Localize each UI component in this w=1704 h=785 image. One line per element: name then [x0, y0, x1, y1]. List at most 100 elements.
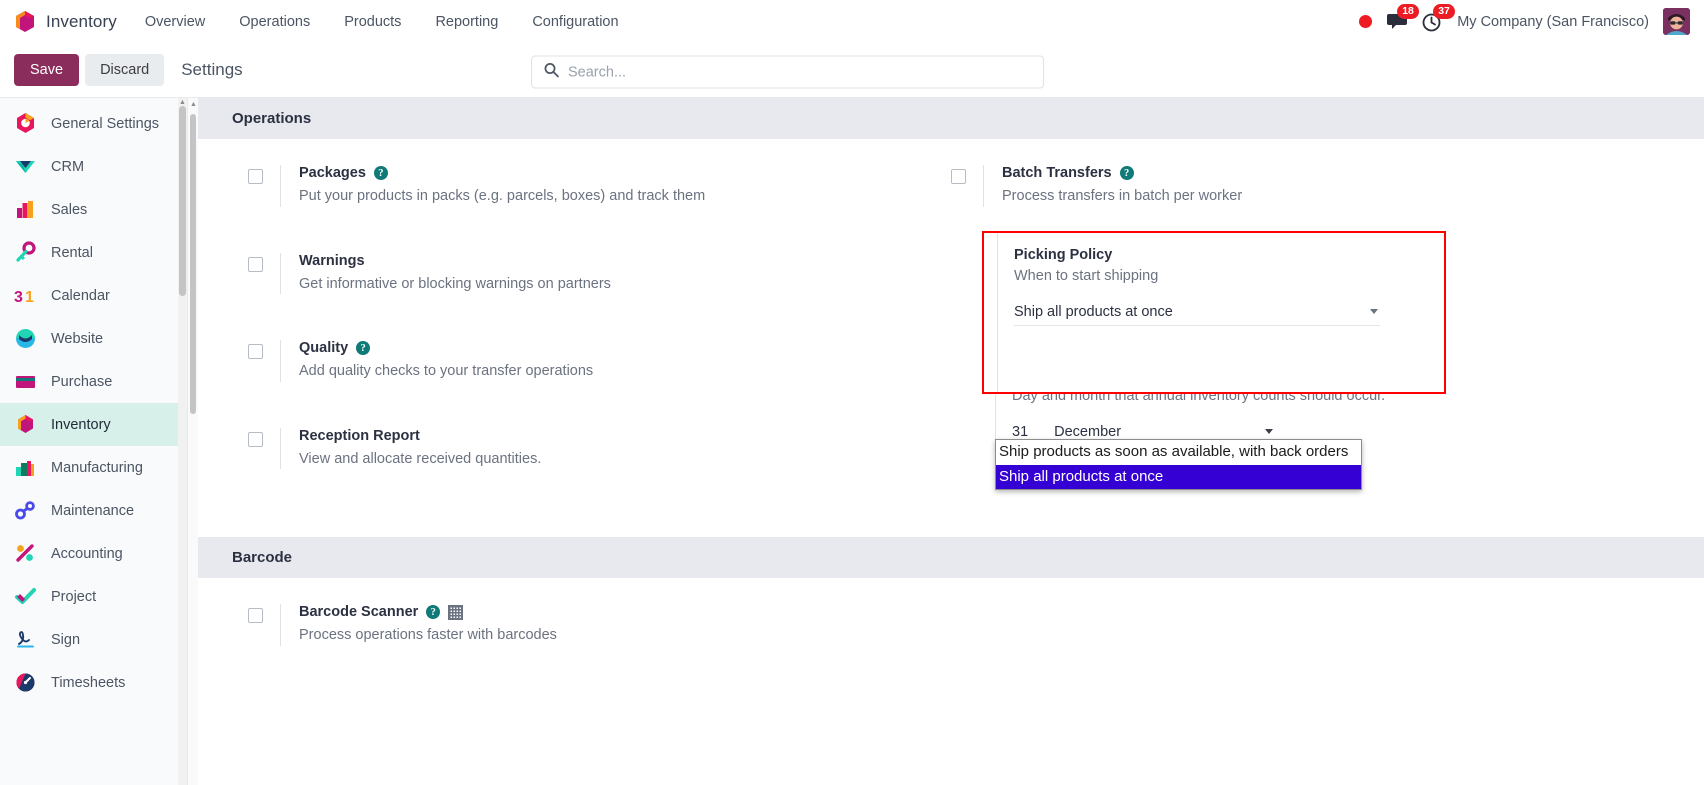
- scroll-up-icon[interactable]: ▲: [179, 99, 186, 106]
- search-input[interactable]: [568, 64, 1031, 81]
- picking-policy-selected-value: Ship all products at once: [1014, 304, 1173, 320]
- sidebar-item-label: Sign: [51, 631, 81, 648]
- packages-checkbox[interactable]: [248, 169, 263, 184]
- picking-policy-description: When to start shipping: [1014, 268, 1159, 284]
- sidebar-item-label: Website: [51, 330, 104, 347]
- sidebar-item-label: General Settings: [51, 115, 160, 132]
- help-icon[interactable]: ?: [373, 166, 388, 180]
- picking-policy-select[interactable]: Ship all products at once: [1014, 304, 1380, 326]
- sidebar-item-purchase[interactable]: Purchase: [0, 360, 187, 403]
- search-icon: [544, 62, 559, 82]
- rental-app-icon: [13, 240, 38, 265]
- sidebar-item-label: Timesheets: [51, 674, 126, 691]
- website-app-icon: [13, 326, 38, 351]
- reception-report-description: View and allocate received quantities.: [299, 450, 542, 467]
- setting-batch-transfers: Batch Transfers ? Process transfers in b…: [951, 165, 1674, 207]
- operations-section: Operations Packages ? Put your products …: [198, 98, 1704, 537]
- sidebar-item-label: Purchase: [51, 373, 113, 390]
- operations-left-column: Packages ? Put your products in packs (e…: [198, 165, 951, 515]
- dropdown-option-ship-all-at-once[interactable]: Ship all products at once: [996, 464, 1361, 489]
- sidebar-item-label: Accounting: [51, 545, 123, 562]
- menu-operations[interactable]: Operations: [237, 10, 312, 34]
- save-button[interactable]: Save: [14, 54, 80, 86]
- menu-overview[interactable]: Overview: [143, 10, 207, 34]
- sidebar-scrollbar-thumb[interactable]: [179, 106, 186, 296]
- content-scrollbar[interactable]: ▲: [188, 98, 198, 785]
- inventory-app-icon: [13, 412, 38, 437]
- main-menu: Overview Operations Products Reporting C…: [143, 10, 621, 34]
- settings-panel: Operations Packages ? Put your products …: [198, 98, 1704, 785]
- help-icon[interactable]: ?: [356, 341, 371, 356]
- batch-transfers-checkbox[interactable]: [951, 169, 966, 184]
- crm-app-icon: [13, 154, 38, 179]
- sidebar-item-project[interactable]: Project: [0, 575, 187, 618]
- help-icon[interactable]: ?: [1119, 166, 1134, 180]
- sidebar-item-accounting[interactable]: Accounting: [0, 532, 187, 575]
- sidebar-item-sales[interactable]: Sales: [0, 188, 187, 231]
- menu-products[interactable]: Products: [342, 10, 403, 34]
- reception-report-checkbox[interactable]: [248, 431, 263, 447]
- barcode-scanner-checkbox[interactable]: [248, 608, 263, 624]
- barcode-grid-icon[interactable]: [448, 604, 464, 620]
- search-box[interactable]: [531, 55, 1044, 89]
- purchase-app-icon: [13, 369, 38, 394]
- picking-policy-dropdown-list[interactable]: Ship products as soon as available, with…: [995, 439, 1362, 490]
- svg-text:3: 3: [14, 289, 23, 306]
- sidebar-item-general-settings[interactable]: General Settings: [0, 102, 187, 145]
- search-area: [531, 55, 1044, 89]
- content-scroll-up-icon[interactable]: ▲: [190, 101, 197, 108]
- sidebar-item-sign[interactable]: Sign: [0, 618, 187, 661]
- warnings-checkbox[interactable]: [248, 256, 263, 272]
- top-navbar: Inventory Overview Operations Products R…: [0, 0, 1704, 43]
- chevron-down-icon[interactable]: [1265, 429, 1273, 434]
- sidebar-item-label: Project: [51, 588, 97, 605]
- barcode-scanner-label: Barcode Scanner: [299, 604, 419, 621]
- sidebar-item-manufacturing[interactable]: Manufacturing: [0, 446, 187, 489]
- sidebar-item-website[interactable]: Website: [0, 317, 187, 360]
- company-switcher[interactable]: My Company (San Francisco): [1457, 14, 1649, 30]
- timesheets-app-icon: [13, 670, 38, 695]
- messages-badge: 18: [1397, 4, 1419, 20]
- quality-label: Quality: [299, 340, 349, 357]
- sidebar-item-label: Calendar: [51, 287, 110, 304]
- barcode-section-body: Barcode Scanner ? Process operations fas…: [198, 578, 1704, 710]
- sidebar-item-crm[interactable]: CRM: [0, 145, 187, 188]
- sidebar-item-label: CRM: [51, 158, 85, 175]
- sidebar-scrollbar[interactable]: ▲: [178, 98, 187, 785]
- menu-reporting[interactable]: Reporting: [433, 10, 500, 34]
- messages-button[interactable]: 18: [1386, 4, 1419, 31]
- sidebar-item-maintenance[interactable]: Maintenance: [0, 489, 187, 532]
- reception-report-label: Reception Report: [299, 427, 420, 444]
- barcode-section: Barcode Barcode Scanner ? Process operat…: [198, 537, 1704, 710]
- packages-description: Put your products in packs (e.g. parcels…: [299, 188, 706, 204]
- activities-badge: 37: [1433, 3, 1455, 19]
- accounting-app-icon: [13, 541, 38, 566]
- content-scrollbar-thumb[interactable]: [190, 114, 196, 414]
- discard-button[interactable]: Discard: [85, 54, 165, 86]
- operations-section-body: Packages ? Put your products in packs (e…: [198, 139, 1704, 537]
- dropdown-option-ship-as-available[interactable]: Ship products as soon as available, with…: [996, 440, 1361, 465]
- settings-content: ▲ Operations Packages ? Put your product…: [188, 98, 1704, 785]
- annual-inventory-month[interactable]: December: [1054, 424, 1121, 440]
- system-status-dot[interactable]: [1359, 15, 1373, 28]
- sidebar-item-calendar[interactable]: 3 1 Calendar: [0, 274, 187, 317]
- help-icon[interactable]: ?: [426, 605, 441, 620]
- barcode-right-column: [951, 604, 1704, 688]
- sidebar-item-inventory[interactable]: Inventory: [0, 403, 187, 446]
- menu-configuration[interactable]: Configuration: [530, 10, 620, 34]
- sidebar-item-label: Sales: [51, 201, 88, 218]
- picking-policy-label: Picking Policy: [1014, 247, 1113, 263]
- quality-description: Add quality checks to your transfer oper…: [299, 363, 594, 380]
- sidebar-item-rental[interactable]: Rental: [0, 231, 187, 274]
- picking-policy-highlight-box: Picking Policy When to start shipping Sh…: [982, 231, 1446, 394]
- setting-warnings: Warnings Get informative or blocking war…: [248, 252, 921, 295]
- sidebar-item-timesheets[interactable]: Timesheets: [0, 661, 187, 704]
- setting-reception-report: Reception Report View and allocate recei…: [248, 427, 921, 470]
- quality-checkbox[interactable]: [248, 344, 263, 360]
- brand[interactable]: Inventory: [14, 10, 117, 34]
- activities-button[interactable]: 37: [1422, 3, 1455, 32]
- annual-inventory-day[interactable]: 31: [1012, 424, 1028, 440]
- avatar[interactable]: [1663, 8, 1690, 35]
- sidebar-item-label: Inventory: [51, 416, 111, 433]
- project-app-icon: [13, 584, 38, 609]
